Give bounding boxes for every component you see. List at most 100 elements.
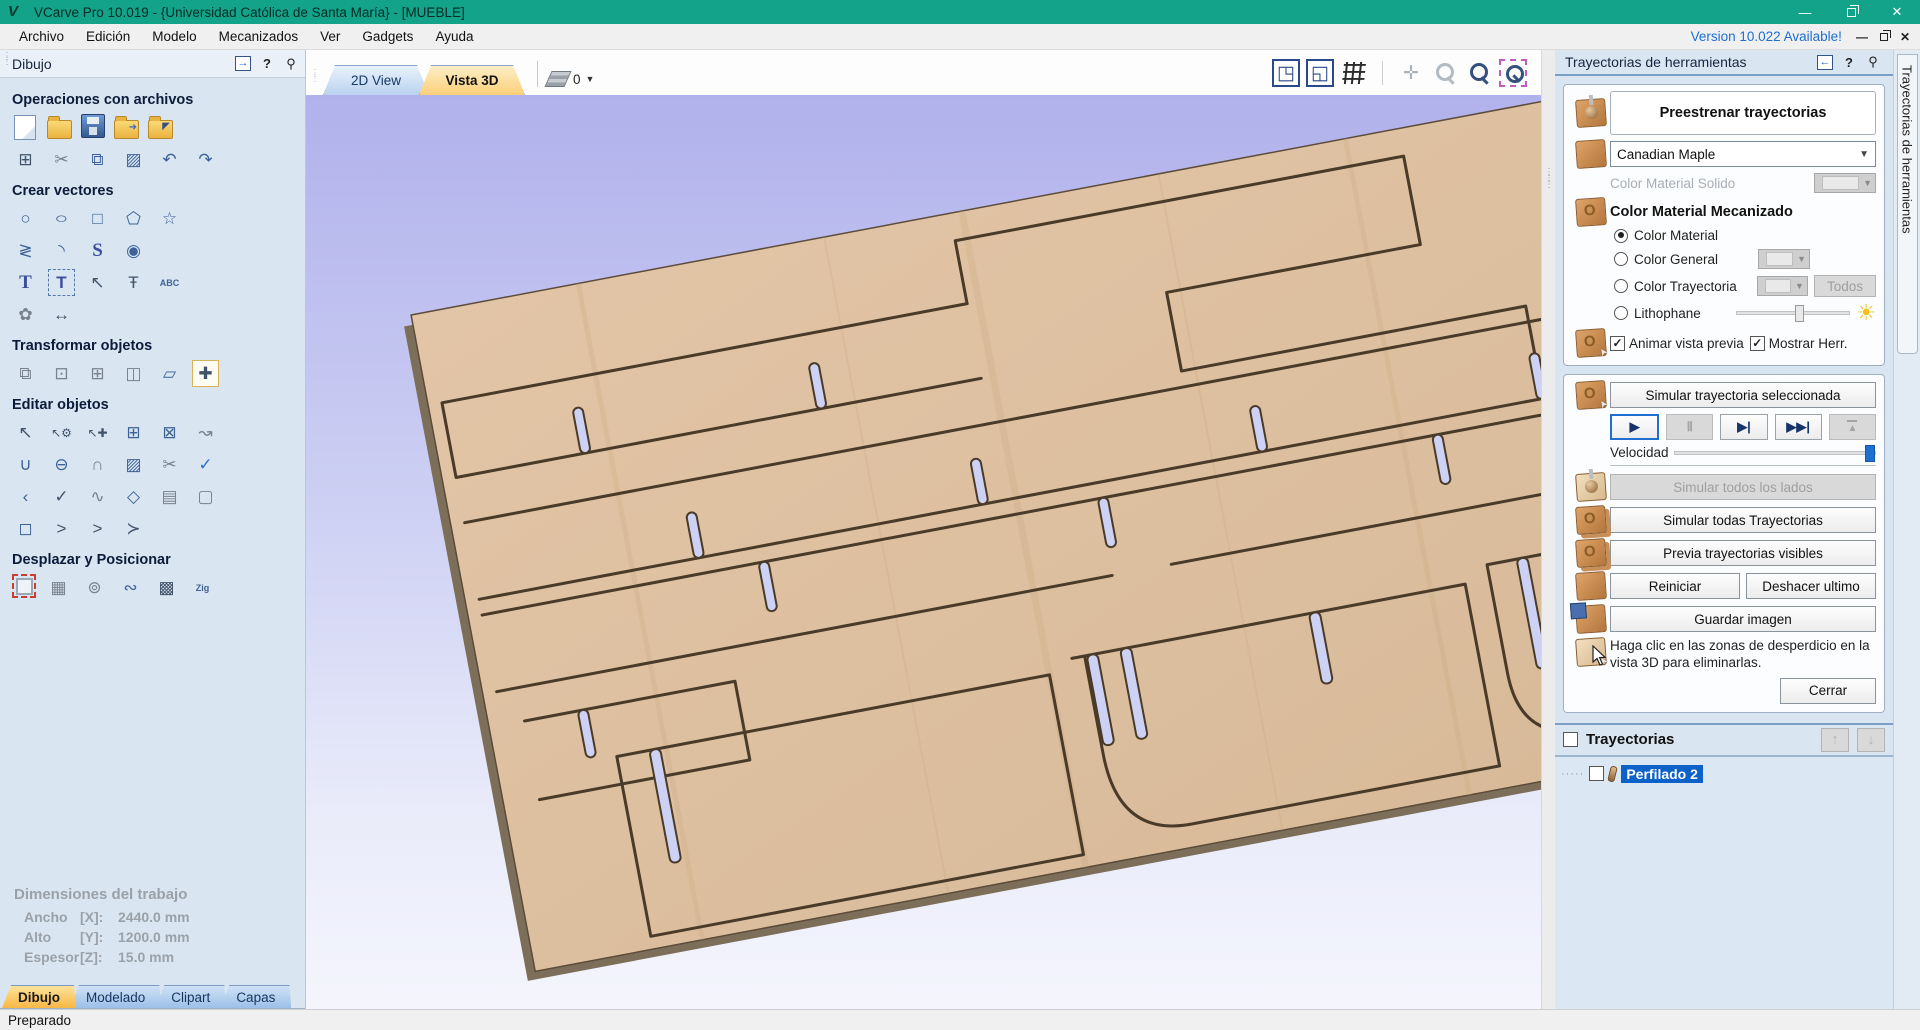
minimize-button[interactable]: — <box>1782 0 1828 24</box>
step-forward-button[interactable]: ▶| <box>1720 414 1768 440</box>
join-with-line-icon[interactable]: > <box>48 515 75 542</box>
fit-curves-icon[interactable]: ∿ <box>84 483 111 510</box>
node-vectors-icon[interactable]: ✓ <box>48 483 75 510</box>
tabbar-grip[interactable]: ⋮ ⋮ <box>310 69 320 84</box>
mirror-objects-icon[interactable]: ◫ <box>120 360 147 387</box>
menu-gadgets[interactable]: Gadgets <box>351 24 424 49</box>
menu-ayuda[interactable]: Ayuda <box>424 24 484 49</box>
simulate-all-button[interactable]: Simular todas Trayectorias <box>1610 507 1876 533</box>
material-select[interactable]: Canadian Maple ▼ <box>1610 141 1876 167</box>
move-objects-icon[interactable]: ⧉ <box>12 360 39 387</box>
draw-curve-icon[interactable]: S <box>84 237 111 264</box>
save-file-icon[interactable] <box>81 114 105 138</box>
group-objects-icon[interactable]: ⊞ <box>120 419 147 446</box>
restore-button[interactable] <box>1828 0 1874 24</box>
version-update-link[interactable]: Version 10.022 Available! <box>1691 29 1842 44</box>
redo-icon[interactable]: ↷ <box>192 146 219 173</box>
set-size-icon[interactable]: ⊡ <box>48 360 75 387</box>
view-tab-2d-view[interactable]: 2D View <box>323 65 429 95</box>
draw-star-icon[interactable]: ☆ <box>156 205 183 232</box>
cut-icon[interactable]: ✂ <box>48 146 75 173</box>
help-icon[interactable]: ? <box>1839 53 1859 71</box>
panel-grip[interactable]: ⋮ ⋮ <box>2 52 12 67</box>
simulate-selected-button[interactable]: Simular trayectoria seleccionada <box>1610 382 1876 408</box>
play-button[interactable]: ▶ <box>1610 414 1660 440</box>
circular-copy-icon[interactable]: ⊚ <box>81 574 108 601</box>
open-file-icon[interactable] <box>47 116 72 139</box>
draw-ellipse-icon[interactable]: ○ <box>43 207 79 230</box>
toolpaths-master-checkbox[interactable] <box>1563 732 1578 748</box>
toolpath-visibility-checkbox[interactable] <box>1589 766 1605 782</box>
dimensions-icon[interactable]: ↔ <box>48 301 75 328</box>
menu-ver[interactable]: Ver <box>309 24 351 49</box>
close-panel-button[interactable]: Cerrar <box>1780 677 1876 704</box>
radio-color-material[interactable]: Color Material <box>1614 228 1876 243</box>
join-close-vectors-icon[interactable]: ◻ <box>12 515 39 542</box>
menu-modelo[interactable]: Modelo <box>141 24 207 49</box>
collapse-panel-icon[interactable]: → <box>233 55 253 73</box>
3d-view-scene[interactable] <box>306 95 1541 1009</box>
panel-splitter[interactable]: ⋮ ⋮ ⋮ <box>1541 50 1555 1009</box>
zoom-extents-icon[interactable]: ◳ <box>1272 59 1300 87</box>
pin-icon[interactable]: ⚲ <box>1863 53 1883 71</box>
zoom-box-icon[interactable] <box>1499 59 1527 87</box>
menu-mecanizados[interactable]: Mecanizados <box>208 24 310 49</box>
draw-rectangle-icon[interactable]: □ <box>84 205 111 232</box>
nesting-icon[interactable]: ▩ <box>153 574 180 601</box>
animate-preview-checkbox[interactable]: ✓ <box>1610 335 1625 351</box>
doc-minimize-button[interactable]: — <box>1856 30 1868 44</box>
toolpath-name[interactable]: Perfilado 2 <box>1621 764 1703 783</box>
subtract-vectors-icon[interactable]: ⊖ <box>48 451 75 478</box>
panel-tab-dibujo[interactable]: Dibujo <box>2 985 76 1008</box>
layers-control[interactable]: 0 ▼ <box>544 71 594 87</box>
draw-text-box-icon[interactable]: T <box>48 269 75 296</box>
new-file-icon[interactable] <box>14 115 36 140</box>
distort-object-icon[interactable]: ▱ <box>156 360 183 387</box>
fast-forward-button[interactable]: ▶▶| <box>1774 414 1822 440</box>
zigzag-text-icon[interactable]: Zig <box>189 574 216 601</box>
radio-lithophane[interactable]: Lithophane ☀ <box>1614 302 1876 324</box>
pan-view-icon[interactable]: ✛ <box>1397 59 1425 87</box>
text-on-curve-icon[interactable]: ABC <box>156 269 183 296</box>
doc-restore-button[interactable] <box>1879 29 1891 41</box>
copy-icon[interactable]: ⧉ <box>84 146 111 173</box>
align-selection-icon[interactable] <box>12 574 36 598</box>
import-vectors-icon[interactable] <box>114 116 139 139</box>
save-image-button[interactable]: Guardar imagen <box>1610 606 1876 632</box>
toggle-grid-icon[interactable] <box>1340 59 1368 87</box>
measure-tool-icon[interactable]: ↝ <box>192 419 219 446</box>
center-in-material-icon[interactable]: ⊞ <box>84 360 111 387</box>
join-with-move-icon[interactable]: ≻ <box>120 515 147 542</box>
zoom-dynamic-icon[interactable] <box>1431 59 1459 87</box>
interactive-move-icon[interactable]: ↖✚ <box>84 419 111 446</box>
3d-viewport[interactable] <box>306 95 1541 1009</box>
weld-vectors-icon[interactable]: ∪ <box>12 451 39 478</box>
auto-layout-text-icon[interactable]: Ŧ <box>120 269 147 296</box>
select-text-icon[interactable]: ↖ <box>84 269 111 296</box>
help-icon[interactable]: ? <box>257 55 277 73</box>
keep-overlap-icon[interactable]: ∩ <box>84 451 111 478</box>
draw-circle-icon[interactable]: ○ <box>12 205 39 232</box>
draw-texture-icon[interactable]: ◉ <box>120 237 147 264</box>
close-vector-icon[interactable]: ◇ <box>120 483 147 510</box>
draw-arc-icon[interactable]: ◝ <box>48 237 75 264</box>
zoom-in-icon[interactable] <box>1465 59 1493 87</box>
draw-polyline-icon[interactable]: ≷ <box>12 237 39 264</box>
crop-picture-icon[interactable]: ▢ <box>192 483 219 510</box>
panel-tab-modelado[interactable]: Modelado <box>70 985 161 1008</box>
vector-validator-icon[interactable]: ✓ <box>192 451 219 478</box>
copy-along-vectors-icon[interactable]: ∾ <box>117 574 144 601</box>
select-tool-icon[interactable]: ↖ <box>12 419 39 446</box>
menu-edicion[interactable]: Edición <box>75 24 141 49</box>
fill-vectors-icon[interactable]: ▨ <box>120 451 147 478</box>
node-edit-tool-icon[interactable]: ↖⚙ <box>48 419 75 446</box>
panel-tab-clipart[interactable]: Clipart <box>155 985 226 1008</box>
undo-icon[interactable]: ↶ <box>156 146 183 173</box>
trim-vectors-icon[interactable]: ✂ <box>156 451 183 478</box>
panel-tab-capas[interactable]: Capas <box>220 985 291 1008</box>
edit-picture-icon[interactable]: ▤ <box>156 483 183 510</box>
reset-button[interactable]: Reiniciar <box>1610 573 1740 599</box>
fillet-tool-icon[interactable]: ‹ <box>12 483 39 510</box>
draw-text-icon[interactable]: T <box>12 269 39 296</box>
pin-icon[interactable]: ⚲ <box>281 55 301 73</box>
